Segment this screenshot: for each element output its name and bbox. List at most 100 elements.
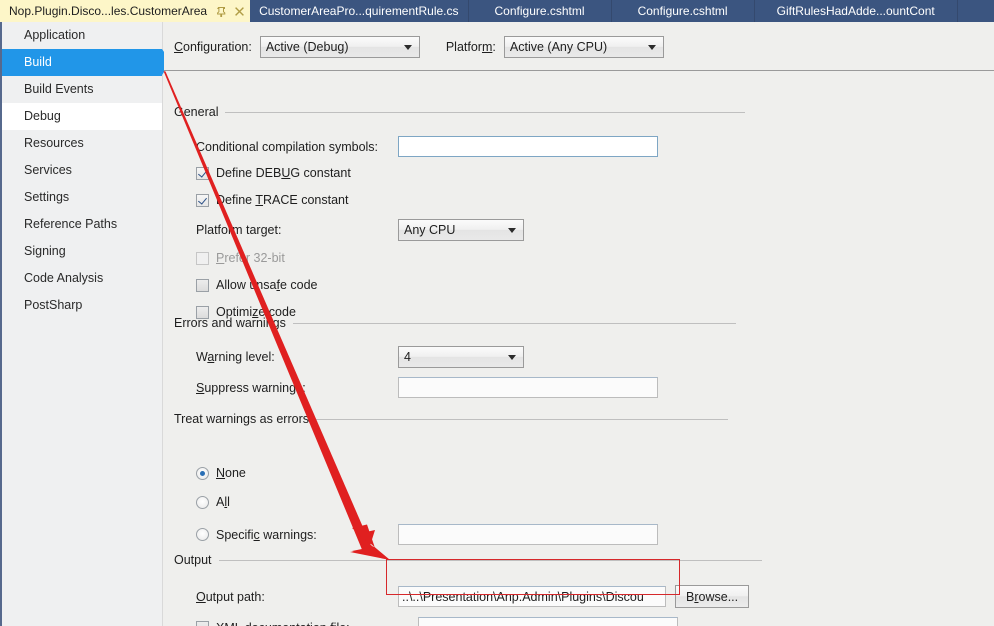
tab-gift-rules-had-added-discount-controller[interactable]: GiftRulesHadAdde...ountCont: [754, 0, 958, 22]
group-divider: [218, 559, 762, 561]
warning-level-label: Warning level:: [196, 350, 275, 364]
platform-target-dropdown[interactable]: Any CPU: [398, 219, 524, 241]
tab-label: Configure.cshtml: [637, 4, 728, 18]
platform-target-label: Platform target:: [196, 223, 282, 237]
sidebar-item-label: Code Analysis: [24, 271, 104, 285]
tab-customer-area-project[interactable]: Nop.Plugin.Disco...les.CustomerArea: [0, 0, 251, 22]
define-trace-row[interactable]: Define TRACE constant: [196, 193, 349, 207]
browse-button[interactable]: Browse...: [675, 585, 750, 608]
sidebar-item-label: Reference Paths: [24, 217, 118, 231]
warning-level-dropdown[interactable]: 4: [398, 346, 524, 368]
chevron-down-icon: [508, 228, 516, 233]
close-icon[interactable]: [233, 4, 246, 18]
chevron-down-icon: [508, 355, 516, 360]
specific-warnings-input[interactable]: [398, 524, 658, 545]
sidebar-item-debug[interactable]: Debug: [2, 103, 162, 130]
general-group-header: General: [174, 105, 754, 119]
sidebar-item-label: Build Events: [24, 82, 94, 96]
tab-label: Configure.cshtml: [494, 4, 585, 18]
suppress-warnings-row: Suppress warnings:: [196, 377, 658, 398]
treat-warnings-all-radio[interactable]: [196, 495, 209, 509]
sidebar-item-postsharp[interactable]: PostSharp: [2, 292, 162, 319]
treat-warnings-specific-radio[interactable]: [196, 528, 209, 541]
properties-category-sidebar: Application Build Build Events Debug Res…: [0, 22, 171, 626]
configuration-dropdown[interactable]: Active (Debug): [259, 36, 420, 58]
output-path-input[interactable]: ..\..\Presentation\Anp.Admin\Plugins\Dis…: [398, 586, 666, 607]
output-group-header: Output: [174, 553, 764, 567]
configuration-platform-row: Configuration: Active (Debug) Platform: …: [174, 36, 664, 58]
allow-unsafe-code-checkbox[interactable]: [196, 278, 209, 292]
sidebar-item-code-analysis[interactable]: Code Analysis: [2, 265, 162, 292]
treat-warnings-specific-row[interactable]: Specific warnings:: [196, 524, 658, 545]
sidebar-item-build-events[interactable]: Build Events: [2, 76, 162, 103]
define-trace-label: Define TRACE constant: [216, 193, 349, 207]
sidebar-item-signing[interactable]: Signing: [2, 238, 162, 265]
xml-documentation-input[interactable]: [418, 617, 678, 626]
tab-configure-cshtml-2[interactable]: Configure.cshtml: [611, 0, 755, 22]
output-header-label: Output: [174, 553, 212, 567]
sidebar-item-reference-paths[interactable]: Reference Paths: [2, 211, 162, 238]
treat-warnings-all-row[interactable]: All: [196, 495, 230, 509]
tab-label: Nop.Plugin.Disco...les.CustomerArea: [9, 4, 208, 18]
output-path-row: Output path: ..\..\Presentation\Anp.Admi…: [196, 585, 750, 608]
treat-warnings-none-label: None: [216, 466, 246, 480]
tab-label: GiftRulesHadAdde...ountCont: [776, 4, 935, 18]
xml-documentation-checkbox[interactable]: [196, 621, 209, 626]
define-debug-row[interactable]: Define DEBUG constant: [196, 166, 351, 180]
conditional-symbols-row: Conditional compilation symbols:: [196, 136, 658, 157]
platform-value: Active (Any CPU): [509, 40, 608, 54]
warning-level-value: 4: [404, 350, 411, 364]
treat-warnings-none-radio[interactable]: [196, 466, 209, 480]
pin-icon[interactable]: [215, 4, 228, 18]
toolbar-separator: [164, 70, 994, 71]
project-properties-window: Nop.Plugin.Disco...les.CustomerArea Cust…: [0, 0, 994, 626]
tab-configure-cshtml-1[interactable]: Configure.cshtml: [468, 0, 612, 22]
define-trace-checkbox[interactable]: [196, 193, 209, 207]
sidebar-item-label: Application: [24, 28, 86, 42]
sidebar-item-services[interactable]: Services: [2, 157, 162, 184]
conditional-symbols-label: Conditional compilation symbols:: [196, 139, 379, 154]
treat-warnings-specific-label: Specific warnings:: [216, 527, 317, 542]
prefer-32bit-row: Prefer 32-bit: [196, 251, 285, 265]
chevron-down-icon: [647, 45, 656, 50]
sidebar-item-resources[interactable]: Resources: [2, 130, 162, 157]
output-path-value: ..\..\Presentation\Anp.Admin\Plugins\Dis…: [402, 589, 644, 604]
group-divider: [292, 322, 736, 324]
define-debug-label: Define DEBUG constant: [216, 166, 351, 180]
output-path-label: Output path:: [196, 589, 265, 604]
sidebar-item-label: Resources: [24, 136, 84, 150]
conditional-symbols-input[interactable]: [398, 136, 658, 157]
treat-warnings-all-label: All: [216, 495, 230, 509]
tab-icon-group: [215, 4, 246, 18]
suppress-warnings-label: Suppress warnings:: [196, 380, 306, 395]
chevron-down-icon: [403, 45, 412, 50]
tab-label: CustomerAreaPro...quirementRule.cs: [259, 4, 459, 18]
define-debug-checkbox[interactable]: [196, 166, 209, 180]
platform-label: Platform:: [445, 40, 496, 54]
sidebar-item-label: Build: [24, 55, 52, 69]
suppress-warnings-input[interactable]: [398, 377, 658, 398]
xml-documentation-row: XML documentation file:: [196, 617, 678, 626]
prefer-32bit-label: Prefer 32-bit: [216, 251, 285, 265]
warning-level-row: Warning level: 4: [196, 346, 524, 368]
sidebar-item-label: Debug: [24, 109, 61, 123]
configuration-value: Active (Debug): [265, 40, 349, 54]
tab-customer-area-requirement-rule[interactable]: CustomerAreaPro...quirementRule.cs: [250, 0, 469, 22]
sidebar-item-application[interactable]: Application: [2, 22, 162, 49]
group-divider: [225, 111, 746, 113]
treat-warnings-header-label: Treat warnings as errors: [174, 412, 309, 426]
prefer-32bit-checkbox: [196, 251, 209, 265]
sidebar-item-label: PostSharp: [24, 298, 83, 312]
general-header-label: General: [174, 105, 219, 119]
treat-warnings-none-row[interactable]: None: [196, 466, 246, 480]
sidebar-item-build[interactable]: Build: [2, 49, 171, 76]
errors-warnings-header-label: Errors and warnings: [174, 316, 286, 330]
platform-target-row: Platform target: Any CPU: [196, 219, 524, 241]
sidebar-item-label: Settings: [24, 190, 70, 204]
platform-dropdown[interactable]: Active (Any CPU): [503, 36, 664, 58]
sidebar-item-label: Services: [24, 163, 72, 177]
allow-unsafe-code-row[interactable]: Allow unsafe code: [196, 278, 317, 292]
errors-warnings-group-header: Errors and warnings: [174, 316, 754, 330]
sidebar-item-settings[interactable]: Settings: [2, 184, 162, 211]
sidebar-item-label: Signing: [24, 244, 66, 258]
